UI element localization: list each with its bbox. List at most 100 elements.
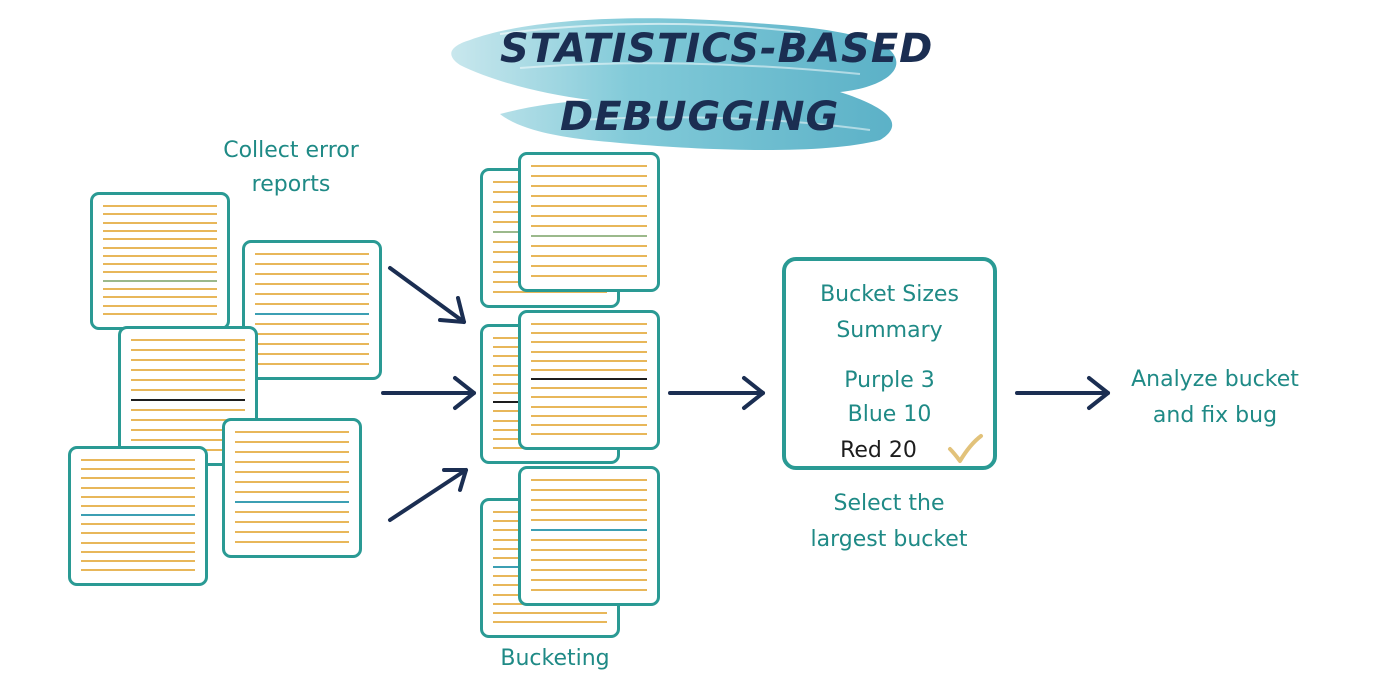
ruled-line (531, 323, 647, 325)
bucket-sizes-summary-box: Bucket Sizes Summary Purple 3 Blue 10 Re… (782, 257, 997, 470)
ruled-line (103, 255, 217, 257)
ruled-line (131, 409, 245, 411)
ruled-line (131, 389, 245, 391)
ruled-line (81, 487, 195, 489)
ruled-line (531, 539, 647, 541)
arrow-icon (381, 376, 476, 410)
ruled-line (81, 560, 195, 562)
ruled-line (103, 305, 217, 307)
ruled-line (235, 521, 349, 523)
error-report-doc (242, 240, 382, 380)
summary-heading: Bucket Sizes Summary (786, 277, 993, 349)
ruled-line (255, 253, 369, 255)
ruled-line (531, 332, 647, 334)
ruled-line (255, 283, 369, 285)
select-label-line1: Select the (833, 491, 945, 516)
ruled-line (103, 288, 217, 290)
ruled-line (235, 451, 349, 453)
ruled-line (255, 353, 369, 355)
bucket-doc-front (518, 310, 660, 450)
ruled-line (493, 621, 607, 623)
ruled-line (81, 496, 195, 498)
summary-item-purple: Purple 3 (844, 368, 935, 393)
ruled-line (255, 263, 369, 265)
ruled-line (103, 296, 217, 298)
ruled-line (531, 579, 647, 581)
error-report-doc (90, 192, 230, 330)
ruled-line (81, 477, 195, 479)
ruled-line (493, 612, 607, 614)
ruled-line (531, 519, 647, 521)
ruled-line (531, 175, 647, 177)
summary-heading-line1: Bucket Sizes (820, 282, 959, 307)
ruled-line (131, 369, 245, 371)
ruled-line (531, 351, 647, 353)
ruled-line (531, 369, 647, 371)
ruled-line (255, 323, 369, 325)
ruled-line (81, 569, 195, 571)
ruled-line (531, 235, 647, 237)
ruled-line (531, 225, 647, 227)
ruled-line (531, 559, 647, 561)
ruled-line (235, 501, 349, 503)
ruled-line (531, 489, 647, 491)
ruled-line (531, 255, 647, 257)
ruled-line (255, 293, 369, 295)
ruled-line (81, 514, 195, 516)
error-report-doc (222, 418, 362, 558)
arrow-icon (388, 468, 468, 522)
ruled-line (235, 491, 349, 493)
ruled-line (531, 275, 647, 277)
ruled-line (81, 523, 195, 525)
select-label: Select the largest bucket (780, 486, 998, 558)
ruled-line (103, 247, 217, 249)
arrow-icon (388, 266, 466, 324)
ruled-line (531, 360, 647, 362)
ruled-line (103, 238, 217, 240)
ruled-line (531, 195, 647, 197)
ruled-line (531, 406, 647, 408)
ruled-line (81, 468, 195, 470)
ruled-line (131, 339, 245, 341)
ruled-line (103, 280, 217, 282)
ruled-line (531, 424, 647, 426)
ruled-line (531, 265, 647, 267)
ruled-line (531, 205, 647, 207)
summary-heading-line2: Summary (836, 318, 943, 343)
ruled-line (531, 509, 647, 511)
select-label-line2: largest bucket (810, 527, 968, 552)
collect-label-line1: Collect error (223, 138, 359, 163)
error-report-doc (68, 446, 208, 586)
title-line-2: DEBUGGING (560, 94, 840, 140)
analyze-label-line1: Analyze bucket (1131, 367, 1299, 392)
ruled-line (103, 205, 217, 207)
ruled-line (255, 343, 369, 345)
summary-item-red: Red 20 (840, 438, 917, 463)
ruled-line (531, 378, 647, 380)
ruled-line (131, 359, 245, 361)
analyze-label: Analyze bucket and fix bug (1110, 362, 1320, 434)
ruled-line (103, 230, 217, 232)
ruled-line (531, 589, 647, 591)
ruled-line (235, 471, 349, 473)
ruled-line (531, 499, 647, 501)
ruled-line (81, 551, 195, 553)
ruled-line (255, 333, 369, 335)
bucket-doc-front (518, 466, 660, 606)
ruled-line (531, 245, 647, 247)
title-line-1: STATISTICS-BASED (500, 26, 934, 72)
ruled-line (255, 363, 369, 365)
ruled-line (235, 461, 349, 463)
ruled-line (531, 569, 647, 571)
ruled-line (531, 549, 647, 551)
ruled-line (81, 505, 195, 507)
ruled-line (103, 222, 217, 224)
ruled-line (531, 387, 647, 389)
ruled-line (531, 396, 647, 398)
bucketing-label: Bucketing (500, 646, 610, 671)
ruled-line (531, 185, 647, 187)
ruled-line (81, 459, 195, 461)
ruled-line (103, 213, 217, 215)
ruled-line (531, 165, 647, 167)
ruled-line (531, 215, 647, 217)
